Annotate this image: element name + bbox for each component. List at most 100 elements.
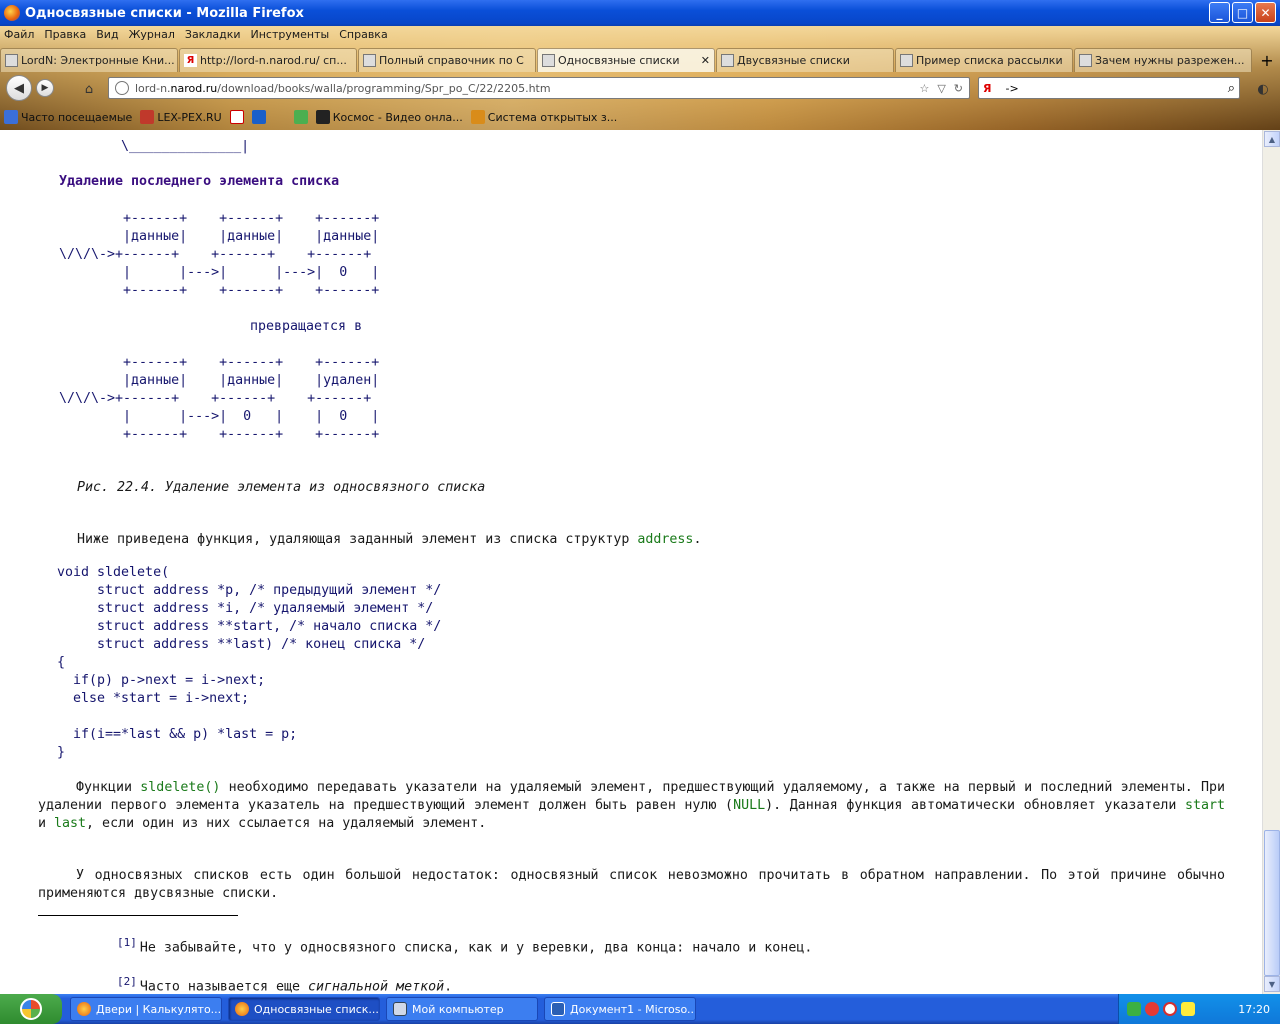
section-heading: Удаление последнего элемента списка bbox=[59, 174, 340, 189]
tab-mailing-list-example[interactable]: Пример списка рассылки bbox=[895, 48, 1073, 72]
menu-view[interactable]: Вид bbox=[96, 28, 118, 41]
bookmark-star-icon[interactable]: ☆ bbox=[919, 82, 929, 95]
tab-label: http://lord-n.narod.ru/ сп... bbox=[200, 54, 347, 67]
menu-history[interactable]: Журнал bbox=[129, 28, 175, 41]
at-icon bbox=[251, 110, 266, 124]
address-bar[interactable]: lord-n.narod.ru/download/books/walla/pro… bbox=[108, 77, 970, 99]
site-identity-icon[interactable] bbox=[115, 81, 129, 95]
close-window-button[interactable]: ✕ bbox=[1255, 2, 1276, 23]
taskbar-item-singly-linked[interactable]: Односвязные списк... bbox=[228, 997, 380, 1021]
network-icon[interactable] bbox=[1127, 1002, 1141, 1016]
text: и bbox=[38, 816, 55, 831]
dropdown-arrow-icon[interactable]: ▽ bbox=[937, 82, 945, 95]
firefox-icon bbox=[4, 5, 20, 21]
taskbar-label: Двери | Калькулято... bbox=[96, 1002, 222, 1016]
taskbar: Двери | Калькулято... Односвязные списк.… bbox=[0, 994, 1280, 1024]
bookmark-most-visited[interactable]: Часто посещаемые bbox=[4, 110, 132, 124]
menu-file[interactable]: Файл bbox=[4, 28, 34, 41]
footnote-2: [2] Часто называется еще сигнальной метко… bbox=[117, 975, 452, 994]
search-box[interactable]: Я -> ⌕ bbox=[978, 77, 1240, 99]
word-icon bbox=[551, 1002, 565, 1016]
search-icon[interactable]: ⌕ bbox=[1228, 81, 1235, 96]
page-icon bbox=[542, 54, 555, 67]
maximize-button[interactable]: □ bbox=[1232, 2, 1253, 23]
tab-label: Пример списка рассылки bbox=[916, 54, 1063, 67]
address-bar-actions: ☆ ▽ ↻ bbox=[919, 82, 963, 95]
tab-label: LordN: Электронные Кни... bbox=[21, 54, 175, 67]
new-tab-button[interactable]: + bbox=[1256, 48, 1278, 72]
paragraph-drawback: У односвязных списков есть один большой … bbox=[38, 868, 1225, 901]
inline-code-address: address bbox=[637, 532, 694, 547]
tab-c-reference[interactable]: Полный справочник по C bbox=[358, 48, 536, 72]
opera-icon[interactable] bbox=[1163, 1002, 1177, 1016]
window-controls: _ □ ✕ bbox=[1209, 2, 1276, 23]
taskbar-item-word[interactable]: Документ1 - Microso... bbox=[544, 997, 696, 1021]
navigation-bar: ◀ ▶ ⌂ lord-n.narod.ru/download/books/wal… bbox=[0, 74, 1280, 102]
scroll-down-icon[interactable]: ▼ bbox=[1264, 976, 1280, 992]
toolbar-extra-icon[interactable]: ◐ bbox=[1252, 78, 1274, 100]
taskbar-label: Односвязные списк... bbox=[254, 1002, 379, 1016]
intro-text: Ниже приведена функция, удаляющая заданн… bbox=[77, 532, 638, 547]
yandex-engine-icon[interactable]: Я bbox=[983, 82, 991, 95]
footnote-link-1[interactable]: [1] bbox=[117, 936, 137, 949]
url-host: narod.ru bbox=[170, 81, 218, 95]
page-icon bbox=[721, 54, 734, 67]
menu-help[interactable]: Справка bbox=[339, 28, 387, 41]
tab-lordn[interactable]: LordN: Электронные Кни... bbox=[0, 48, 178, 72]
bookmark-mail-ru[interactable] bbox=[251, 110, 266, 124]
tab-sparse-arrays[interactable]: Зачем нужны разрежен... bbox=[1074, 48, 1252, 72]
window-titlebar: Односвязные списки - Mozilla Firefox _ □… bbox=[0, 0, 1280, 26]
footnote-text: . bbox=[444, 979, 453, 994]
tab-doubly-linked-lists[interactable]: Двусвязные списки bbox=[716, 48, 894, 72]
tab-strip: LordN: Электронные Кни... Яhttp://lord-n… bbox=[0, 48, 1280, 72]
url-prefix: lord-n. bbox=[135, 81, 171, 95]
intro-end: . bbox=[693, 532, 702, 547]
menu-bookmarks[interactable]: Закладки bbox=[185, 28, 241, 41]
footnote-text: Не забывайте, что у односвязного списка,… bbox=[139, 940, 813, 956]
bookmark-lex-pex[interactable]: LEX-PEX.RU bbox=[140, 110, 222, 124]
tab-label: Полный справочник по C bbox=[379, 54, 524, 67]
bookmarks-toolbar: Часто посещаемые LEX-PEX.RU Космос - Вид… bbox=[0, 106, 1280, 128]
list-diagram-before: +------+ +------+ +------+ |данные| |дан… bbox=[59, 211, 380, 298]
clock[interactable]: 17:20 bbox=[1238, 1003, 1270, 1016]
minimize-button[interactable]: _ bbox=[1209, 2, 1230, 23]
scrollbar-thumb[interactable] bbox=[1264, 830, 1280, 976]
url-text: lord-n.narod.ru/download/books/walla/pro… bbox=[135, 82, 551, 95]
footnote-emphasis: сигнальной меткой bbox=[308, 979, 445, 994]
lex-pex-icon bbox=[140, 110, 155, 124]
start-button[interactable] bbox=[0, 994, 62, 1024]
bookmark-kosmos[interactable]: Космос - Видео онла... bbox=[315, 110, 463, 124]
firefox-icon bbox=[77, 1002, 91, 1016]
tab-lord-n-url[interactable]: Яhttp://lord-n.narod.ru/ сп... bbox=[179, 48, 357, 72]
vertical-scrollbar[interactable]: ▲ ▼ bbox=[1262, 130, 1280, 994]
windows-logo-icon bbox=[20, 998, 42, 1020]
puzzle-icon bbox=[293, 110, 308, 124]
taskbar-label: Мой компьютер bbox=[412, 1002, 504, 1016]
scroll-up-icon[interactable]: ▲ bbox=[1264, 131, 1280, 147]
yandex-icon: Я bbox=[184, 54, 197, 67]
bookmark-gmail[interactable] bbox=[229, 110, 244, 124]
diagram-fragment: \______________| bbox=[57, 139, 250, 154]
reload-icon[interactable]: ↻ bbox=[954, 82, 963, 95]
tab-label: Односвязные списки bbox=[558, 54, 680, 67]
menu-edit[interactable]: Правка bbox=[44, 28, 86, 41]
close-tab-icon[interactable]: ✕ bbox=[701, 54, 710, 67]
page-icon bbox=[363, 54, 376, 67]
transforms-label: превращается в bbox=[250, 319, 363, 334]
bookmark-puzzle[interactable] bbox=[274, 110, 308, 124]
back-button[interactable]: ◀ bbox=[6, 75, 32, 101]
library-icon bbox=[470, 110, 485, 124]
home-icon[interactable]: ⌂ bbox=[78, 78, 100, 100]
bookmark-label: Система открытых з... bbox=[487, 110, 618, 124]
bookmark-open-systems[interactable]: Система открытых з... bbox=[470, 110, 618, 124]
notes-icon[interactable] bbox=[1181, 1002, 1195, 1016]
taskbar-item-my-computer[interactable]: Мой компьютер bbox=[386, 997, 538, 1021]
antivirus-icon[interactable] bbox=[1145, 1002, 1159, 1016]
footnote-link-2[interactable]: [2] bbox=[117, 975, 137, 988]
inline-code-null: NULL bbox=[733, 798, 766, 813]
search-input[interactable]: -> bbox=[1005, 82, 1018, 95]
forward-button[interactable]: ▶ bbox=[36, 79, 54, 97]
tab-singly-linked-lists[interactable]: Односвязные списки ✕ bbox=[537, 48, 715, 72]
taskbar-item-doors[interactable]: Двери | Калькулято... bbox=[70, 997, 222, 1021]
menu-tools[interactable]: Инструменты bbox=[251, 28, 330, 41]
